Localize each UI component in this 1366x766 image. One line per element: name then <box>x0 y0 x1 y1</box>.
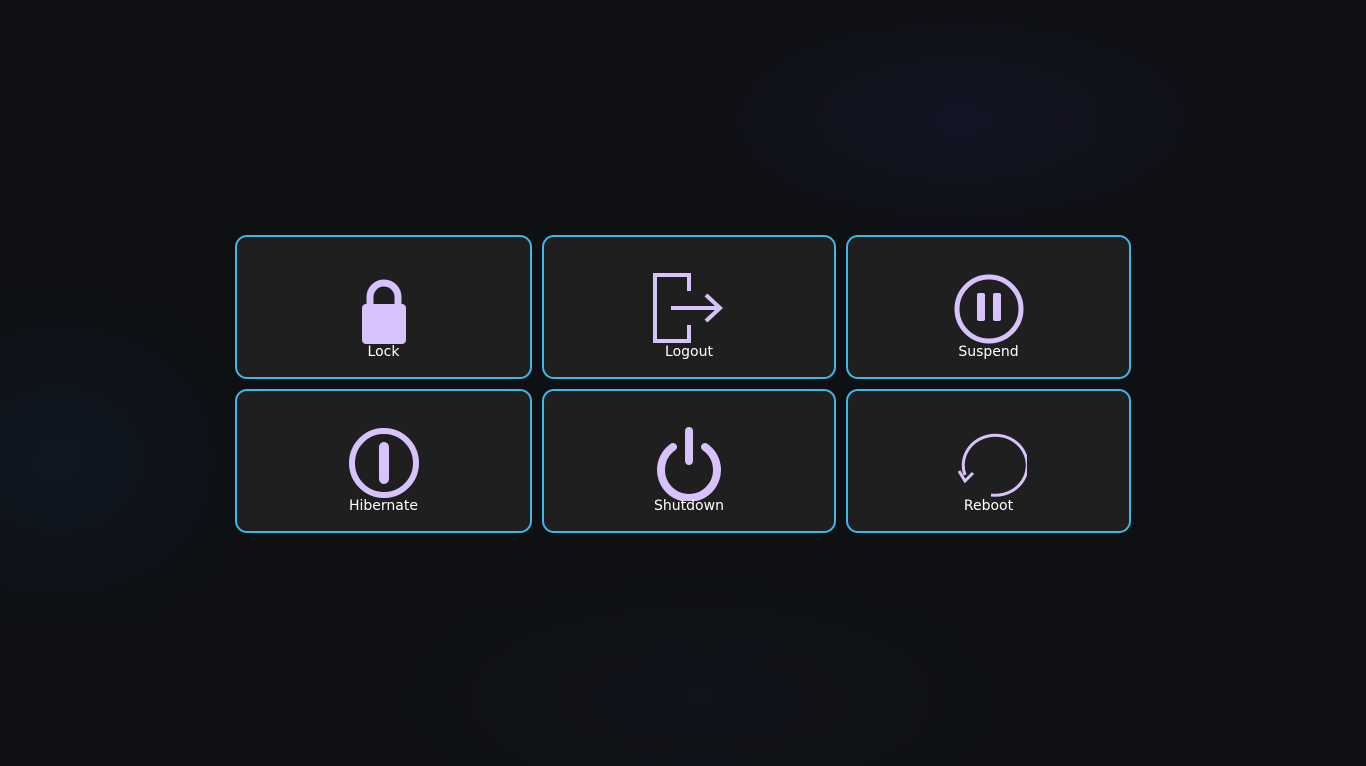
shutdown-button[interactable]: Shutdown <box>542 389 836 533</box>
power-icon <box>651 425 727 501</box>
hibernate-icon <box>346 425 422 501</box>
power-menu: Lock Logout Suspend Hibernate Shutdown R… <box>235 235 1131 533</box>
lock-button[interactable]: Lock <box>235 235 532 379</box>
logout-button[interactable]: Logout <box>542 235 836 379</box>
suspend-label: Suspend <box>958 344 1019 360</box>
pause-icon <box>951 271 1027 347</box>
reboot-button[interactable]: Reboot <box>846 389 1131 533</box>
logout-icon <box>651 271 727 347</box>
suspend-button[interactable]: Suspend <box>846 235 1131 379</box>
lock-label: Lock <box>367 344 400 360</box>
logout-label: Logout <box>665 344 713 360</box>
hibernate-label: Hibernate <box>349 498 418 514</box>
reboot-label: Reboot <box>963 498 1014 514</box>
shutdown-label: Shutdown <box>654 498 724 514</box>
lock-icon <box>346 271 422 347</box>
hibernate-button[interactable]: Hibernate <box>235 389 532 533</box>
reboot-icon <box>951 425 1027 501</box>
